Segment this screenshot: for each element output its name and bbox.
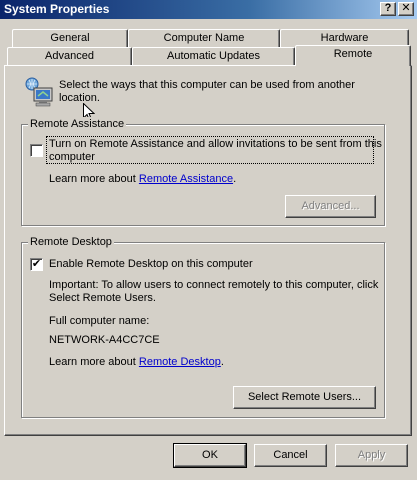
advanced-button[interactable]: Advanced...	[285, 195, 376, 218]
important-line-1: Important: To allow users to connect rem…	[49, 279, 379, 291]
remote-desktop-learn-more: Learn more about Remote Desktop.	[49, 356, 224, 369]
remote-desktop-link[interactable]: Remote Desktop	[139, 356, 221, 368]
important-line-2: Select Remote Users.	[49, 292, 156, 304]
remote-assistance-title: Remote Assistance	[28, 117, 127, 131]
learn-more-suffix: .	[220, 356, 224, 368]
apply-button[interactable]: Apply	[335, 444, 408, 467]
learn-more-prefix: Learn more about	[49, 356, 136, 368]
computer-name-label: Full computer name:	[49, 315, 150, 327]
remote-assistance-learn-more: Learn more about Remote Assistance.	[49, 173, 236, 186]
remote-assistance-checkbox-label-2: computer	[49, 151, 95, 163]
remote-desktop-title: Remote Desktop	[28, 235, 114, 249]
remote-assistance-link[interactable]: Remote Assistance	[139, 173, 233, 185]
remote-computer-icon	[25, 77, 53, 107]
computer-name-value: NETWORK-A4CC7CE	[49, 334, 160, 346]
remote-assistance-checkbox[interactable]	[30, 144, 43, 157]
ok-button[interactable]: OK	[173, 443, 247, 468]
intro-line-1: Select the ways that this computer can b…	[59, 79, 355, 91]
remote-desktop-checkbox-label: Enable Remote Desktop on this computer	[49, 258, 253, 270]
select-remote-users-button[interactable]: Select Remote Users...	[233, 386, 376, 409]
cancel-button[interactable]: Cancel	[254, 444, 327, 467]
remote-assistance-checkbox-label-1: Turn on Remote Assistance and allow invi…	[49, 138, 382, 150]
learn-more-suffix: .	[233, 173, 237, 185]
remote-desktop-checkbox[interactable]: ✔	[30, 258, 43, 271]
learn-more-prefix: Learn more about	[49, 173, 136, 185]
